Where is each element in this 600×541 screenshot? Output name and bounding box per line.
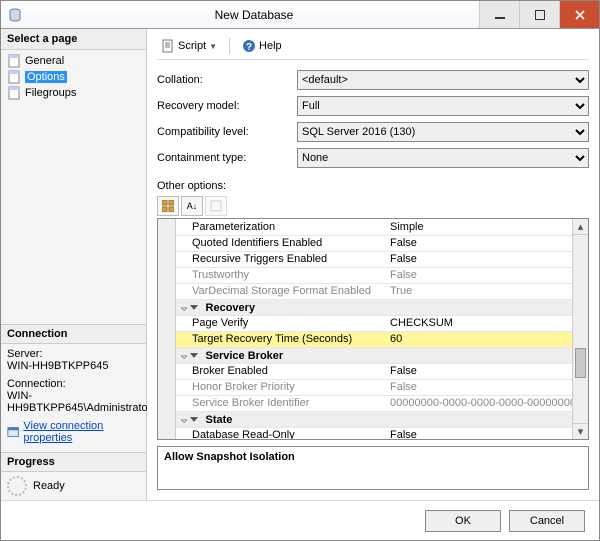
connection-section: Connection Server: WIN-HH9BTKPP645 Conne… xyxy=(1,320,146,448)
property-grid-body[interactable]: ParameterizationSimpleQuoted Identifiers… xyxy=(176,219,588,439)
page-icon xyxy=(7,54,21,68)
recovery-model-label: Recovery model: xyxy=(157,100,297,112)
property-grid-toolbar: A↓ xyxy=(157,196,589,216)
select-page-header: Select a page xyxy=(1,29,146,50)
property-row[interactable]: TrustworthyFalse xyxy=(176,267,588,283)
script-label: Script xyxy=(178,40,206,52)
minimize-button[interactable] xyxy=(479,1,519,28)
cancel-button[interactable]: Cancel xyxy=(509,510,585,532)
toolbar: Script ▼ ? Help xyxy=(157,37,589,60)
dialog-buttons: OK Cancel xyxy=(1,500,599,540)
svg-text:?: ? xyxy=(246,42,252,53)
help-label: Help xyxy=(259,40,282,52)
property-row[interactable]: ParameterizationSimple xyxy=(176,219,588,235)
recovery-model-select[interactable]: Full xyxy=(297,96,589,116)
collation-label: Collation: xyxy=(157,74,297,86)
alphabetical-view-button[interactable]: A↓ xyxy=(181,196,203,216)
scroll-down-arrow[interactable]: ▾ xyxy=(573,423,588,439)
containment-type-select[interactable]: None xyxy=(297,148,589,168)
containment-type-label: Containment type: xyxy=(157,152,297,164)
close-button[interactable] xyxy=(559,1,599,28)
view-connection-properties-link[interactable]: View connection properties xyxy=(23,420,140,444)
property-row[interactable]: Honor Broker PriorityFalse xyxy=(176,379,588,395)
page-list: General Options Filegroups xyxy=(1,50,146,104)
property-row[interactable]: Page VerifyCHECKSUM xyxy=(176,315,588,331)
properties-icon xyxy=(7,425,19,439)
server-value: WIN-HH9BTKPP645 xyxy=(7,360,140,372)
categorized-view-button[interactable] xyxy=(157,196,179,216)
database-icon xyxy=(7,7,23,23)
progress-section: Progress Ready xyxy=(1,448,146,500)
page-label: Filegroups xyxy=(25,87,76,99)
property-grid-gutter xyxy=(158,219,176,439)
page-label: General xyxy=(25,55,64,67)
page-options[interactable]: Options xyxy=(5,69,142,85)
help-icon: ? xyxy=(242,39,256,53)
script-icon xyxy=(161,39,175,53)
compatibility-level-select[interactable]: SQL Server 2016 (130) xyxy=(297,122,589,142)
property-row[interactable]: VarDecimal Storage Format EnabledTrue xyxy=(176,283,588,299)
right-pane: Script ▼ ? Help Collation: <default> Rec… xyxy=(147,29,599,500)
progress-header: Progress xyxy=(1,452,146,472)
property-section[interactable]: State xyxy=(176,411,588,427)
page-icon xyxy=(7,70,21,84)
vertical-scrollbar[interactable]: ▴ ▾ xyxy=(572,219,588,439)
page-general[interactable]: General xyxy=(5,53,142,69)
page-label: Options xyxy=(25,71,67,83)
progress-spinner-icon xyxy=(7,476,27,496)
property-pages-button xyxy=(205,196,227,216)
other-options-label: Other options: xyxy=(157,180,589,192)
property-row[interactable]: Database Read-OnlyFalse xyxy=(176,427,588,439)
window-title: New Database xyxy=(29,8,479,22)
property-section[interactable]: Service Broker xyxy=(176,347,588,363)
toolbar-separator xyxy=(229,38,230,54)
server-label: Server: xyxy=(7,348,140,360)
progress-status: Ready xyxy=(33,480,65,492)
connection-value: WIN-HH9BTKPP645\Administrato xyxy=(7,390,140,414)
compatibility-level-label: Compatibility level: xyxy=(157,126,297,138)
ok-button[interactable]: OK xyxy=(425,510,501,532)
maximize-button[interactable] xyxy=(519,1,559,28)
scroll-thumb[interactable] xyxy=(575,348,586,378)
property-row[interactable]: Service Broker Identifier00000000-0000-0… xyxy=(176,395,588,411)
scroll-track[interactable] xyxy=(573,235,588,423)
collation-select[interactable]: <default> xyxy=(297,70,589,90)
property-row[interactable]: Recursive Triggers EnabledFalse xyxy=(176,251,588,267)
script-button[interactable]: Script ▼ xyxy=(157,37,221,55)
property-grid: ParameterizationSimpleQuoted Identifiers… xyxy=(157,218,589,440)
page-icon xyxy=(7,86,21,100)
property-row[interactable]: Broker EnabledFalse xyxy=(176,363,588,379)
property-row[interactable]: Quoted Identifiers EnabledFalse xyxy=(176,235,588,251)
scroll-up-arrow[interactable]: ▴ xyxy=(573,219,588,235)
property-description: Allow Snapshot Isolation xyxy=(157,446,589,490)
property-row[interactable]: Target Recovery Time (Seconds)60 xyxy=(176,331,588,347)
title-bar: New Database xyxy=(1,1,599,29)
help-button[interactable]: ? Help xyxy=(238,37,286,55)
property-section[interactable]: Recovery xyxy=(176,299,588,315)
connection-label: Connection: xyxy=(7,378,140,390)
left-pane: Select a page General Options Filegroups… xyxy=(1,29,147,500)
page-filegroups[interactable]: Filegroups xyxy=(5,85,142,101)
chevron-down-icon: ▼ xyxy=(209,42,217,51)
connection-header: Connection xyxy=(1,324,146,344)
